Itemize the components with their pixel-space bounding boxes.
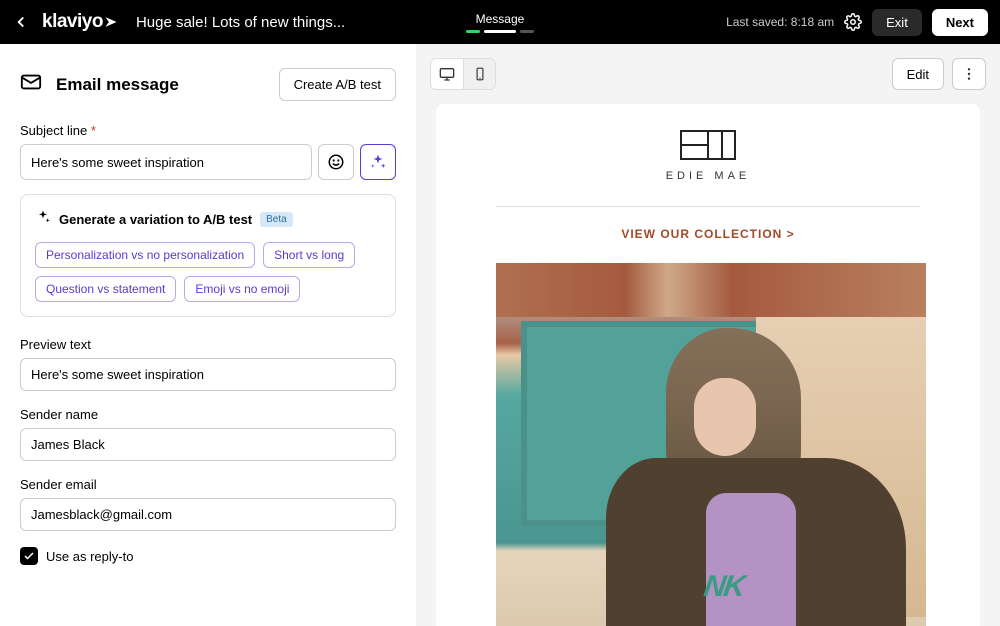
- ab-chip-personalization[interactable]: Personalization vs no personalization: [35, 242, 255, 268]
- email-preview: EDIE MAE VIEW OUR COLLECTION > NK: [436, 104, 980, 626]
- shirt-graphic-text: NK: [702, 570, 746, 604]
- emoji-button[interactable]: [318, 144, 354, 180]
- form-panel: Email message Create A/B test Subject li…: [0, 44, 416, 626]
- reply-to-label: Use as reply-to: [46, 549, 133, 564]
- preview-panel: Edit EDIE MAE VIEW OUR COLLECTION >: [416, 44, 1000, 626]
- main: Email message Create A/B test Subject li…: [0, 44, 1000, 626]
- back-button[interactable]: [12, 13, 30, 31]
- step-indicator: Message: [466, 12, 534, 33]
- reply-to-checkbox[interactable]: [20, 547, 38, 565]
- sender-name-label: Sender name: [20, 407, 396, 422]
- subject-label: Subject line: [20, 123, 396, 138]
- settings-button[interactable]: [844, 13, 862, 31]
- step-done-icon: [466, 30, 480, 33]
- last-saved: Last saved: 8:18 am: [726, 15, 834, 29]
- view-collection-link[interactable]: VIEW OUR COLLECTION >: [496, 227, 920, 241]
- topbar-left: klaviyo Huge sale! Lots of new things...: [12, 11, 345, 33]
- topbar: klaviyo Huge sale! Lots of new things...…: [0, 0, 1000, 44]
- ab-card-title: Generate a variation to A/B test: [59, 212, 252, 227]
- preview-text-label: Preview text: [20, 337, 396, 352]
- sender-email-input[interactable]: [20, 498, 396, 531]
- ab-chip-question[interactable]: Question vs statement: [35, 276, 176, 302]
- next-button[interactable]: Next: [932, 9, 988, 36]
- exit-button[interactable]: Exit: [872, 9, 922, 36]
- desktop-preview-button[interactable]: [431, 59, 463, 89]
- brand-logo: EDIE MAE: [666, 130, 751, 182]
- ab-suggestions-card: Generate a variation to A/B test Beta Pe…: [20, 194, 396, 317]
- divider: [496, 206, 920, 207]
- hero-image: NK: [496, 263, 926, 626]
- sender-email-label: Sender email: [20, 477, 396, 492]
- envelope-icon: [20, 71, 42, 98]
- campaign-title: Huge sale! Lots of new things...: [136, 14, 345, 31]
- step-next-icon: [520, 30, 534, 33]
- brand-name: EDIE MAE: [666, 170, 751, 182]
- ab-chip-emoji[interactable]: Emoji vs no emoji: [184, 276, 300, 302]
- device-toggle: [430, 58, 496, 90]
- beta-badge: Beta: [260, 212, 293, 227]
- klaviyo-logo: klaviyo: [42, 11, 118, 33]
- topbar-right: Last saved: 8:18 am Exit Next: [726, 9, 988, 36]
- more-actions-button[interactable]: [952, 58, 986, 90]
- mobile-preview-button[interactable]: [463, 59, 495, 89]
- edit-button[interactable]: Edit: [892, 58, 944, 90]
- ai-sparkle-button[interactable]: [360, 144, 396, 180]
- ab-chip-length[interactable]: Short vs long: [263, 242, 355, 268]
- sparkle-icon: [35, 209, 51, 230]
- subject-input[interactable]: [20, 144, 312, 180]
- create-ab-test-button[interactable]: Create A/B test: [279, 68, 396, 101]
- step-current-icon: [484, 30, 516, 33]
- panel-header: Email message Create A/B test: [20, 68, 396, 101]
- preview-text-input[interactable]: [20, 358, 396, 391]
- panel-title: Email message: [56, 75, 179, 95]
- step-label: Message: [466, 12, 534, 26]
- sender-name-input[interactable]: [20, 428, 396, 461]
